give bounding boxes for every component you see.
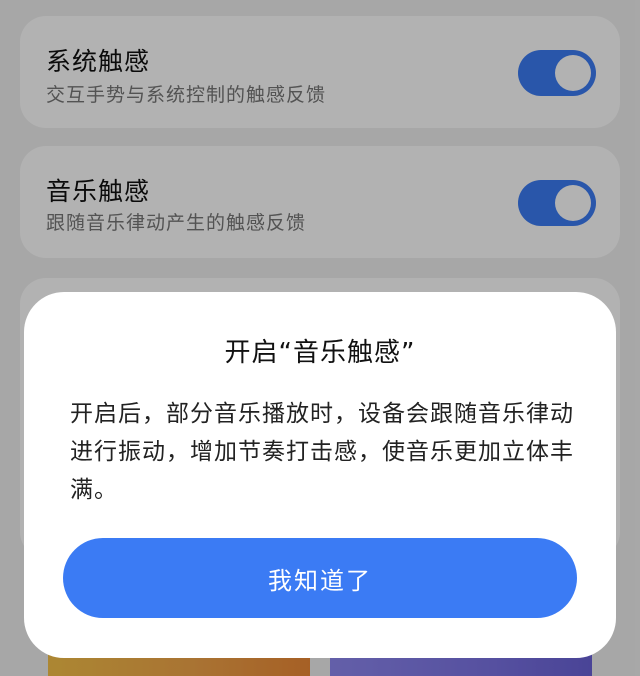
dialog-body-text: 开启后，部分音乐播放时，设备会跟随音乐律动进行振动，增加节奏打击感，使音乐更加立… xyxy=(70,401,574,503)
got-it-button[interactable]: 我知道了 xyxy=(63,538,577,618)
dialog-title: 开启“音乐触感” xyxy=(224,338,416,368)
music-haptics-dialog: 开启“音乐触感” 开启后，部分音乐播放时，设备会跟随音乐律动进行振动，增加节奏打… xyxy=(24,292,616,658)
